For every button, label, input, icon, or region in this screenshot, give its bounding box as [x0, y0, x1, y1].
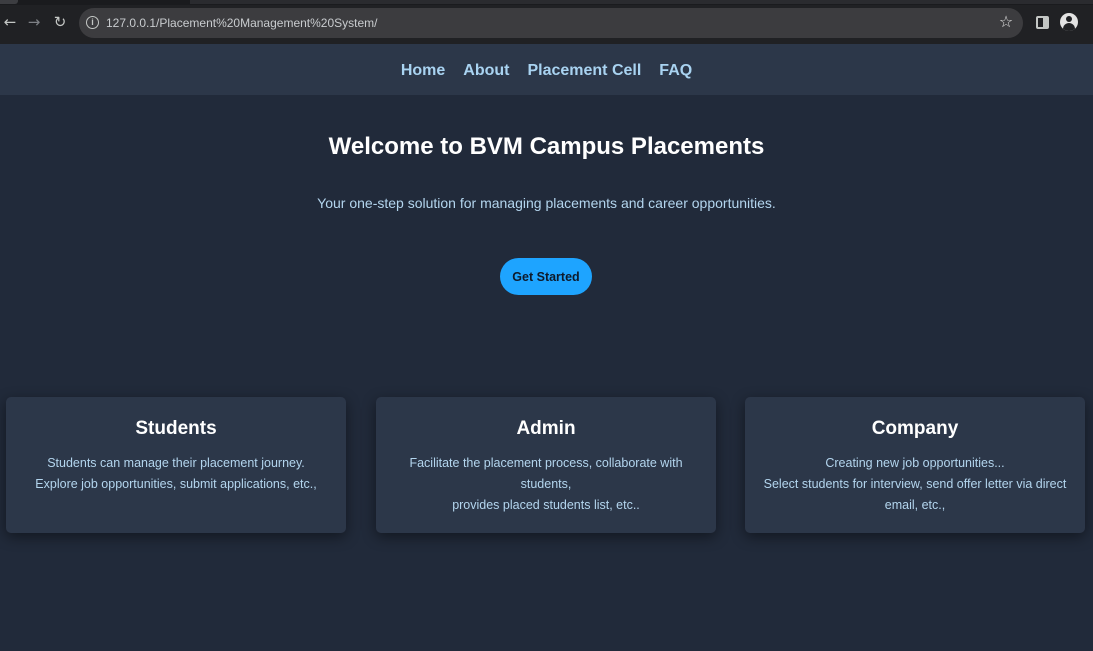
- card-description: Facilitate the placement process, collab…: [376, 453, 716, 516]
- card-title: Admin: [516, 418, 576, 439]
- card-company[interactable]: Company Creating new job opportunities..…: [745, 397, 1085, 533]
- nav-link-home[interactable]: Home: [401, 60, 445, 80]
- card-line: Creating new job opportunities...: [825, 456, 1005, 470]
- card-title: Company: [871, 418, 959, 439]
- browser-tab[interactable]: [0, 0, 18, 4]
- nav-link-faq[interactable]: FAQ: [659, 60, 692, 80]
- hero-subtitle: Your one-step solution for managing plac…: [317, 195, 776, 211]
- get-started-button[interactable]: Get Started: [500, 258, 592, 295]
- tab-strip-background: [190, 0, 1093, 4]
- card-title: Students: [135, 418, 217, 439]
- card-line: Explore job opportunities, submit applic…: [35, 477, 317, 491]
- hero-title: Welcome to BVM Campus Placements: [328, 133, 765, 160]
- nav-link-about[interactable]: About: [463, 60, 509, 80]
- nav-link-placement-cell[interactable]: Placement Cell: [527, 60, 641, 80]
- card-line: provides placed students list, etc..: [452, 498, 640, 512]
- url-text[interactable]: 127.0.0.1/Placement%20Management%20Syste…: [106, 16, 378, 30]
- back-arrow-icon[interactable]: ←: [0, 12, 20, 32]
- avatar-head: [1066, 16, 1072, 22]
- card-line: Students can manage their placement jour…: [47, 456, 305, 470]
- bookmark-star-icon[interactable]: ☆: [997, 13, 1015, 31]
- reload-icon[interactable]: ↻: [50, 12, 70, 32]
- forward-arrow-icon[interactable]: →: [24, 12, 44, 32]
- site-info-icon[interactable]: i: [86, 16, 99, 29]
- card-line: Facilitate the placement process, collab…: [409, 456, 683, 491]
- card-line: Select students for interview, send offe…: [763, 477, 1067, 512]
- site-navigation: Home About Placement Cell FAQ: [0, 44, 1093, 95]
- browser-chrome: ← → ↻ i 127.0.0.1/Placement%20Management…: [0, 0, 1093, 44]
- card-students[interactable]: Students Students can manage their place…: [6, 397, 346, 533]
- card-description: Students can manage their placement jour…: [6, 453, 346, 495]
- page-content: Home About Placement Cell FAQ Welcome to…: [0, 44, 1093, 651]
- card-description: Creating new job opportunities... Select…: [745, 453, 1085, 516]
- profile-avatar-icon[interactable]: [1060, 13, 1078, 31]
- side-panel-icon[interactable]: [1036, 16, 1049, 29]
- avatar-body: [1063, 23, 1075, 31]
- card-admin[interactable]: Admin Facilitate the placement process, …: [376, 397, 716, 533]
- address-bar[interactable]: i 127.0.0.1/Placement%20Management%20Sys…: [79, 8, 1023, 38]
